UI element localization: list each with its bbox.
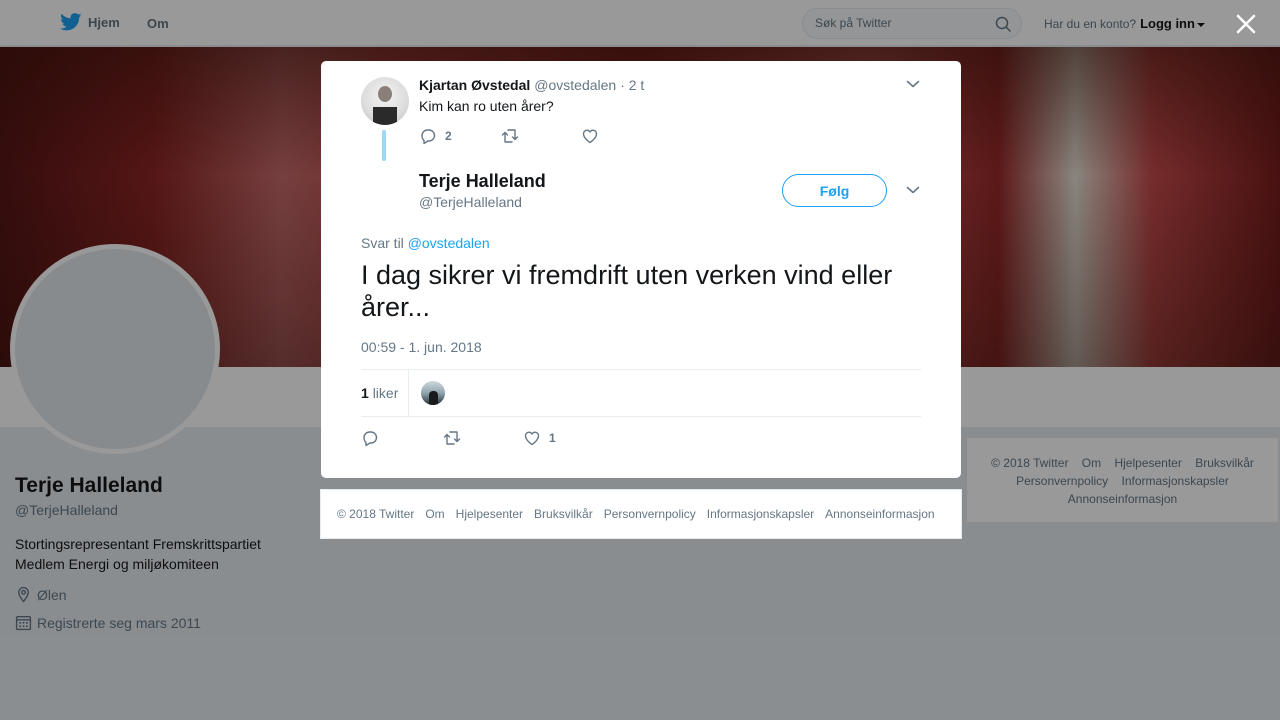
footer-link-help[interactable]: Hjelpesenter — [456, 507, 523, 521]
parent-tweet-time[interactable]: · 2 t — [620, 77, 644, 93]
liker-avatar-figure — [429, 391, 438, 405]
liker-avatar[interactable] — [421, 381, 445, 405]
parent-author-handle[interactable]: @ovstedalen — [534, 77, 616, 93]
follow-button[interactable]: Følg — [782, 174, 887, 207]
reply-action[interactable] — [361, 429, 442, 447]
parent-tweet-actions: 2 — [419, 127, 599, 145]
tweet-author-name[interactable]: Terje Halleland — [419, 171, 546, 192]
footer-link-about[interactable]: Om — [425, 507, 444, 521]
like-action[interactable] — [581, 127, 599, 145]
parent-tweet-text: Kim kan ro uten årer? — [419, 98, 554, 114]
reply-icon[interactable] — [361, 429, 379, 447]
parent-author-name[interactable]: Kjartan Øvstedal — [419, 77, 530, 93]
reply-to-handle-link[interactable]: @ovstedalen — [408, 235, 490, 251]
modal-footer: © 2018 Twitter Om Hjelpesenter Bruksvilk… — [320, 489, 962, 539]
thread-connector-line — [382, 130, 386, 161]
likes-label: liker — [372, 385, 399, 401]
heart-icon[interactable] — [581, 127, 599, 145]
stat-divider — [408, 370, 409, 416]
tweet-actions: 1 — [361, 429, 556, 447]
reply-to-context: Svar til @ovstedalen — [361, 235, 490, 251]
parent-tweet-avatar[interactable] — [361, 77, 409, 125]
likes-count: 1 — [361, 385, 369, 401]
chevron-down-icon[interactable] — [906, 79, 920, 89]
reply-icon[interactable] — [419, 127, 437, 145]
likes-stat[interactable]: 1 liker — [361, 385, 398, 401]
avatar-head — [378, 86, 392, 102]
tweet-modal: Kjartan Øvstedal @ovstedalen · 2 t Kim k… — [321, 61, 961, 478]
footer-link-terms[interactable]: Bruksvilkår — [534, 507, 593, 521]
reply-count: 2 — [445, 129, 452, 143]
footer-copyright: © 2018 Twitter — [337, 507, 415, 521]
avatar-shirt — [373, 107, 397, 125]
close-icon[interactable] — [1234, 12, 1258, 36]
like-action[interactable]: 1 — [523, 429, 556, 447]
reply-action[interactable]: 2 — [419, 127, 500, 145]
chevron-down-icon[interactable] — [906, 185, 920, 195]
reply-to-label: Svar til — [361, 235, 404, 251]
heart-icon[interactable] — [523, 429, 541, 447]
footer-link-cookies[interactable]: Informasjonskapsler — [707, 507, 814, 521]
like-count: 1 — [549, 431, 556, 445]
tweet-stats-bar: 1 liker — [361, 369, 921, 417]
parent-tweet-header: Kjartan Øvstedal @ovstedalen · 2 t — [419, 77, 644, 93]
retweet-action[interactable] — [442, 429, 523, 447]
retweet-icon[interactable] — [500, 127, 520, 145]
tweet-timestamp[interactable]: 00:59 - 1. jun. 2018 — [361, 339, 482, 355]
retweet-action[interactable] — [500, 127, 581, 145]
footer-link-ads[interactable]: Annonseinformasjon — [825, 507, 934, 521]
footer-link-privacy[interactable]: Personvernpolicy — [604, 507, 696, 521]
tweet-author-handle[interactable]: @TerjeHalleland — [419, 194, 522, 210]
tweet-text: I dag sikrer vi fremdrift uten verken vi… — [361, 260, 893, 322]
retweet-icon[interactable] — [442, 429, 462, 447]
